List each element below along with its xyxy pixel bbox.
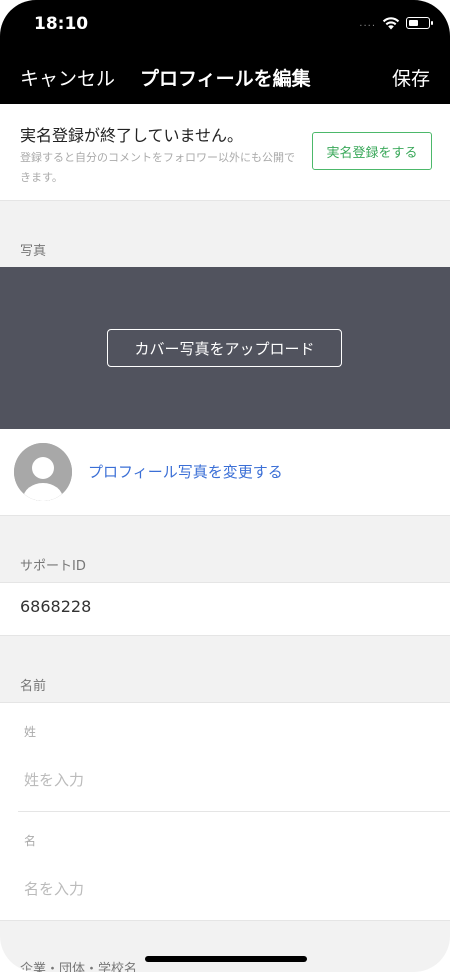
cover-photo-area: カバー写真をアップロード	[0, 267, 450, 429]
photo-section-header: 写真	[0, 201, 450, 267]
name-fields: 姓 姓を入力 名 名を入力	[0, 702, 450, 921]
profile-photo-row[interactable]: プロフィール写真を変更する	[0, 429, 450, 516]
name-section-header: 名前	[0, 636, 450, 702]
save-button[interactable]: 保存	[392, 64, 430, 91]
last-name-label: 姓	[24, 725, 37, 739]
notice-description: 登録すると自分のコメントをフォロワー以外にも公開できます。	[20, 151, 295, 184]
edit-profile-screen: 18:10 .... キャンセル プロフィールを編集 保存 実名登録が終了してい…	[0, 0, 450, 972]
navigation-bar: キャンセル プロフィールを編集 保存	[0, 56, 450, 100]
battery-icon	[406, 17, 433, 29]
support-id-section-header: サポートID	[0, 516, 450, 582]
default-avatar-icon[interactable]	[14, 443, 72, 501]
first-name-input[interactable]: 名を入力	[24, 878, 84, 899]
last-name-field[interactable]: 姓 姓を入力	[0, 703, 450, 811]
first-name-field[interactable]: 名 名を入力	[18, 811, 450, 920]
status-bar: 18:10 ....	[0, 0, 450, 48]
status-icons: ....	[359, 16, 433, 30]
wifi-icon	[382, 17, 400, 30]
support-id-value: 6868228	[20, 597, 92, 616]
real-name-notice: 実名登録が終了していません。 登録すると自分のコメントをフォロワー以外にも公開で…	[0, 104, 450, 201]
header: 18:10 .... キャンセル プロフィールを編集 保存	[0, 0, 450, 104]
support-id-label: サポートID	[20, 559, 86, 574]
last-name-input[interactable]: 姓を入力	[24, 769, 84, 790]
upload-cover-photo-button[interactable]: カバー写真をアップロード	[107, 329, 342, 367]
photo-section-label: 写真	[20, 244, 47, 259]
company-section-label: 企業・団体・学校名	[20, 962, 138, 972]
company-section-header: 企業・団体・学校名	[0, 921, 450, 972]
first-name-label: 名	[24, 834, 37, 848]
home-indicator	[145, 956, 307, 962]
page-title: プロフィールを編集	[140, 68, 311, 90]
cancel-button[interactable]: キャンセル	[20, 64, 115, 91]
signal-icon: ....	[359, 17, 376, 29]
notice-title: 実名登録が終了していません。	[20, 126, 244, 145]
real-name-register-button[interactable]: 実名登録をする	[312, 132, 432, 170]
status-time: 18:10	[34, 14, 89, 34]
support-id-row: 6868228	[0, 582, 450, 636]
name-section-label: 名前	[20, 679, 47, 694]
change-profile-photo-link[interactable]: プロフィール写真を変更する	[88, 461, 283, 482]
